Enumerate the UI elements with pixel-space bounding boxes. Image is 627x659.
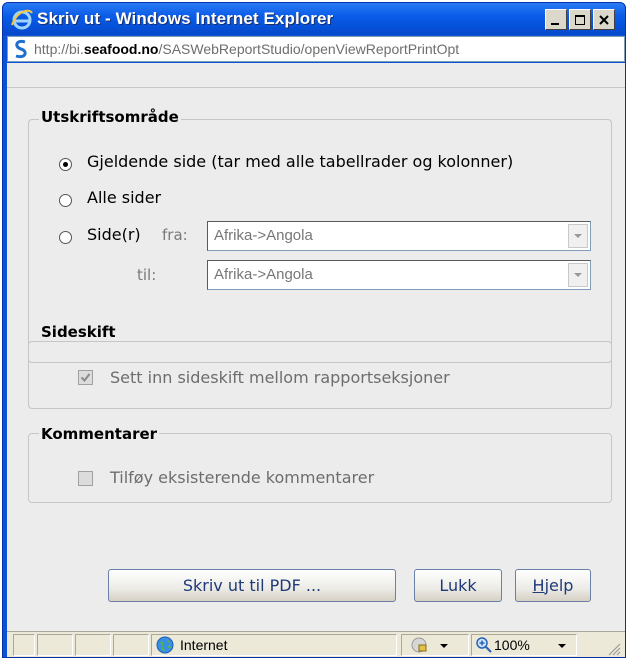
page-range-radio[interactable] bbox=[59, 231, 72, 244]
to-select[interactable]: Afrika->Angola bbox=[207, 260, 591, 290]
from-label: fra: bbox=[162, 226, 188, 244]
address-prefix: http://bi. bbox=[34, 41, 84, 57]
address-path: /SASWebReportStudio/openViewReportPrintO… bbox=[158, 41, 460, 57]
close-window-button[interactable] bbox=[593, 9, 615, 30]
page-break-legend: Sideskift bbox=[39, 323, 118, 341]
current-page-label[interactable]: Gjeldende side (tar med alle tabellrader… bbox=[87, 152, 513, 171]
all-pages-radio[interactable] bbox=[59, 194, 72, 207]
chevron-down-icon bbox=[558, 644, 566, 648]
all-pages-label[interactable]: Alle sider bbox=[87, 188, 161, 207]
status-cell bbox=[13, 634, 35, 656]
address-url: http://bi.seafood.no/SASWebReportStudio/… bbox=[34, 41, 622, 57]
top-divider bbox=[7, 87, 625, 88]
help-label-rest: jelp bbox=[544, 576, 574, 595]
sas-logo-icon bbox=[15, 39, 27, 59]
protected-mode-cell[interactable] bbox=[401, 634, 469, 656]
globe-icon bbox=[156, 636, 174, 654]
print-area-legend: Utskriftsområde bbox=[39, 108, 181, 126]
chevron-down-icon bbox=[574, 273, 582, 277]
comments-legend: Kommentarer bbox=[39, 425, 160, 443]
help-button[interactable]: Hjelp bbox=[515, 569, 591, 602]
minimize-button[interactable] bbox=[545, 9, 567, 30]
from-dropdown-button[interactable] bbox=[568, 224, 588, 248]
maximize-button[interactable] bbox=[569, 9, 591, 30]
ie-window: Skriv ut - Windows Internet Explorer htt… bbox=[2, 2, 626, 658]
address-domain: seafood.no bbox=[83, 41, 159, 57]
zoom-level: 100% bbox=[494, 637, 530, 653]
from-select[interactable]: Afrika->Angola bbox=[207, 221, 591, 251]
close-icon bbox=[599, 14, 609, 25]
from-select-value: Afrika->Angola bbox=[214, 227, 313, 244]
zoom-cell[interactable]: 100% bbox=[471, 634, 577, 656]
ie-logo-icon bbox=[11, 9, 33, 30]
status-cell bbox=[37, 634, 73, 656]
close-button[interactable]: Lukk bbox=[414, 569, 502, 602]
comments-checkbox[interactable] bbox=[78, 471, 93, 486]
status-cell bbox=[113, 634, 149, 656]
zone-cell: Internet bbox=[151, 634, 397, 656]
zoom-icon bbox=[476, 637, 492, 653]
status-cell bbox=[75, 634, 111, 656]
page-break-label[interactable]: Sett inn sideskift mellom rapportseksjon… bbox=[110, 368, 450, 387]
to-label: til: bbox=[137, 266, 157, 284]
dialog-body: Utskriftsområde Gjeldende side (tar med … bbox=[7, 63, 625, 631]
minimize-icon bbox=[551, 22, 559, 25]
address-bar[interactable]: http://bi.seafood.no/SASWebReportStudio/… bbox=[7, 36, 625, 62]
resize-grip-icon[interactable] bbox=[607, 642, 621, 656]
current-page-radio[interactable] bbox=[59, 158, 72, 171]
status-bar: Internet 100% bbox=[7, 631, 625, 657]
help-mnemonic: H bbox=[532, 576, 545, 595]
checkmark-icon bbox=[80, 373, 91, 383]
print-pdf-button[interactable]: Skriv ut til PDF ... bbox=[108, 569, 396, 602]
lock-globe-icon bbox=[411, 637, 427, 653]
page-break-checkbox[interactable] bbox=[78, 370, 93, 385]
title-bar[interactable]: Skriv ut - Windows Internet Explorer bbox=[3, 3, 625, 35]
comments-label[interactable]: Tilføy eksisterende kommentarer bbox=[110, 468, 374, 487]
zone-label: Internet bbox=[180, 637, 228, 653]
page-range-label[interactable]: Side(r) bbox=[87, 225, 141, 244]
chevron-down-icon bbox=[440, 644, 448, 648]
maximize-icon bbox=[575, 14, 585, 25]
to-select-value: Afrika->Angola bbox=[214, 266, 313, 283]
to-dropdown-button[interactable] bbox=[568, 263, 588, 287]
chevron-down-icon bbox=[574, 234, 582, 238]
window-title: Skriv ut - Windows Internet Explorer bbox=[37, 9, 334, 28]
